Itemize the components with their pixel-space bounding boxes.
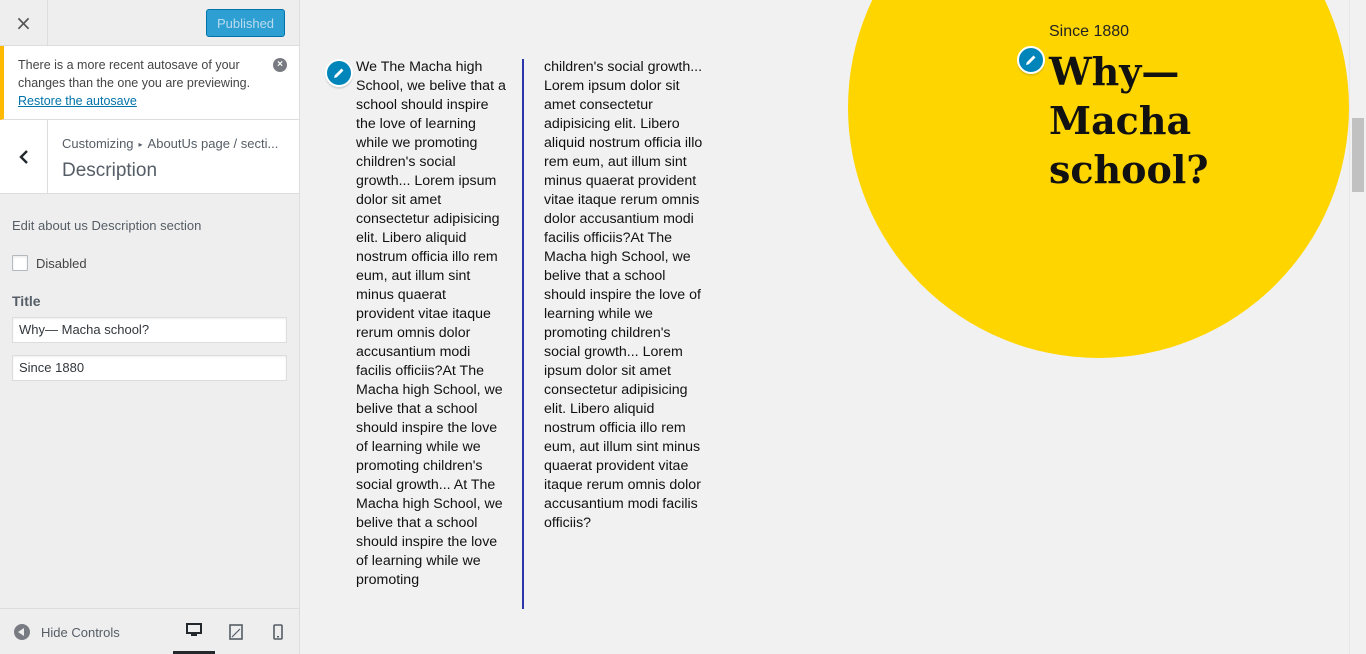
- breadcrumb-path: AboutUs page / secti...: [147, 136, 279, 151]
- publish-button[interactable]: Published: [206, 9, 285, 37]
- restore-autosave-link[interactable]: Restore the autosave: [18, 94, 137, 108]
- edit-description-button[interactable]: [325, 59, 353, 87]
- preview-scrollbar[interactable]: [1349, 0, 1366, 654]
- breadcrumb-root: Customizing: [62, 136, 134, 151]
- disabled-label: Disabled: [36, 255, 87, 271]
- arrow-left-circle-icon: [14, 624, 30, 640]
- hide-controls-button[interactable]: Hide Controls: [14, 624, 120, 640]
- breadcrumb: Customizing ▸ AboutUs page / secti...: [62, 136, 292, 151]
- mobile-icon: [273, 624, 283, 640]
- pencil-icon: [334, 68, 344, 78]
- autosave-notice: There is a more recent autosave of your …: [0, 46, 299, 120]
- site-preview: We The Macha high School, we belive that…: [300, 0, 1349, 654]
- dismiss-icon[interactable]: ×: [273, 58, 287, 72]
- column-divider: [522, 59, 524, 609]
- tablet-icon: [229, 624, 243, 640]
- breadcrumb-separator-icon: ▸: [138, 140, 143, 150]
- chevron-left-icon: [18, 149, 28, 164]
- desktop-preview-button[interactable]: [173, 609, 215, 654]
- desktop-icon: [186, 623, 202, 636]
- title-label: Title: [12, 293, 41, 309]
- mobile-preview-button[interactable]: [257, 609, 299, 654]
- disabled-checkbox[interactable]: [12, 255, 28, 271]
- back-button[interactable]: [0, 120, 48, 193]
- edit-title-button[interactable]: [1017, 46, 1045, 74]
- pencil-icon: [1026, 55, 1036, 65]
- since-text: Since 1880: [1049, 23, 1130, 40]
- customizer-sidebar: × Published There is a more recent autos…: [0, 0, 300, 654]
- scrollbar-thumb[interactable]: [1352, 118, 1364, 192]
- description-column-2: children's social growth... Lorem ipsum …: [544, 59, 703, 531]
- close-icon[interactable]: ×: [0, 0, 48, 46]
- section-controls: Edit about us Description section Disabl…: [12, 218, 287, 381]
- disabled-control: Disabled: [12, 255, 287, 271]
- section-description: Edit about us Description section: [12, 218, 202, 233]
- notice-text: There is a more recent autosave of your …: [18, 58, 251, 90]
- customizer-header: × Published: [0, 0, 299, 46]
- title-input[interactable]: Why— Macha school?: [12, 317, 287, 343]
- about-heading: Why— Macha school?: [1049, 49, 1209, 192]
- tablet-preview-button[interactable]: [215, 609, 257, 654]
- section-header: Customizing ▸ AboutUs page / secti... Desc…: [0, 120, 299, 194]
- description-column-1: We The Macha high School, we belive that…: [356, 59, 506, 588]
- hide-controls-label: Hide Controls: [41, 624, 120, 640]
- section-title: Description: [62, 160, 158, 181]
- customizer-footer: Hide Controls: [0, 608, 299, 654]
- subtitle-input[interactable]: Since 1880: [12, 355, 287, 381]
